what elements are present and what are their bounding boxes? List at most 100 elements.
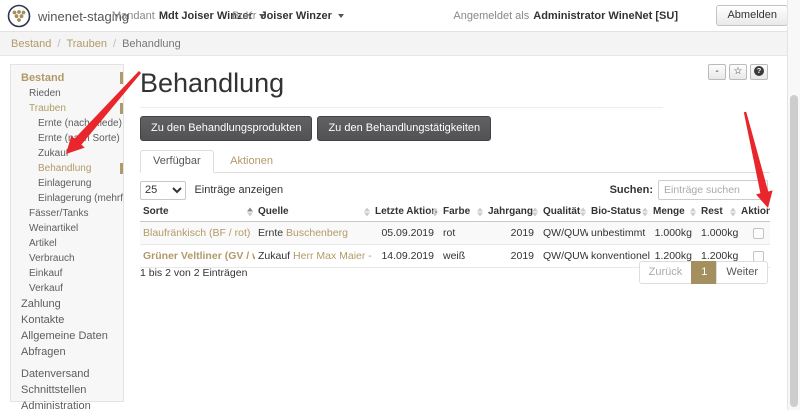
logged-in-label: Angemeldet als [453, 10, 529, 22]
behandlungstaetigkeiten-button[interactable]: Zu den Behandlungstätigkeiten [317, 116, 491, 141]
bukr-value: Joiser Winzer [260, 10, 331, 22]
action-buttons: Zu den Behandlungsprodukten Zu den Behan… [140, 116, 491, 141]
sidebar-item-administration[interactable]: Administration [11, 398, 123, 410]
data-table: SorteQuelleLetzte AktionFarbeJahrgangQua… [140, 202, 770, 268]
row-checkbox[interactable] [753, 228, 764, 239]
mandant-label: Mandant [112, 10, 155, 22]
sort-icon [477, 207, 483, 216]
sidebar-item-rieden[interactable]: Rieden [11, 86, 123, 101]
sidebar-item-ernte-nach-riede-[interactable]: Ernte (nach Riede) [11, 116, 123, 131]
table-row: Blaufränkisch (BF / rot) Ernte Buschenber… [140, 222, 770, 245]
scrollbar-thumb[interactable] [790, 95, 798, 407]
title-divider [140, 107, 663, 108]
column-header-bio-status[interactable]: Bio-Status [588, 202, 650, 222]
logged-in-status: Angemeldet als Administrator WineNet [SU… [453, 0, 678, 32]
sidebar-item-kontakte[interactable]: Kontakte [11, 312, 123, 328]
table-header-row: SorteQuelleLetzte AktionFarbeJahrgangQua… [140, 202, 770, 222]
pagination-page-1[interactable]: 1 [691, 261, 717, 284]
sidebar-item-zukauf[interactable]: Zukauf [11, 146, 123, 161]
bukr-dropdown[interactable]: BuKr Joiser Winzer [232, 0, 344, 32]
column-header-letzte-aktion[interactable]: Letzte Aktion [372, 202, 440, 222]
brand-logo-link[interactable]: winenet-staging [7, 4, 129, 28]
sidebar-item-artikel[interactable]: Artikel [11, 236, 123, 251]
search-control: Suchen: [610, 180, 768, 200]
quelle-link[interactable]: Buschenberg [286, 227, 348, 239]
sort-icon [642, 207, 648, 216]
help-button[interactable]: ? [750, 64, 768, 80]
sidebar-item-bestand[interactable]: Bestand [11, 70, 123, 86]
vertical-scrollbar [787, 0, 800, 410]
search-input[interactable] [658, 180, 768, 200]
sort-icon [730, 207, 736, 216]
breadcrumb-separator: / [113, 38, 116, 50]
column-header-rest[interactable]: Rest [698, 202, 738, 222]
sidebar-item-verkauf[interactable]: Verkauf [11, 281, 123, 296]
column-header-menge[interactable]: Menge [650, 202, 698, 222]
sort-icon [364, 207, 370, 216]
sidebar-item-einlagerung-mehrfach-[interactable]: Einlagerung (mehrfach) [11, 191, 123, 206]
pagination: Zurück 1 Weiter [639, 261, 768, 284]
page-title: Behandlung [140, 68, 284, 99]
sidebar-item-verbrauch[interactable]: Verbrauch [11, 251, 123, 266]
sidebar-item-weinartikel[interactable]: Weinartikel [11, 221, 123, 236]
sidebar-item-einkauf[interactable]: Einkauf [11, 266, 123, 281]
cell-menge: 1.000kg [650, 222, 698, 245]
column-header-sorte[interactable]: Sorte [140, 202, 255, 222]
tab-verfuegbar[interactable]: Verfügbar [140, 150, 214, 173]
column-header-quelle[interactable]: Quelle [255, 202, 372, 222]
main-content: - ☆ ? Behandlung Zu den Behandlungsprodu… [140, 56, 770, 410]
column-header-farbe[interactable]: Farbe [440, 202, 485, 222]
minimize-button[interactable]: - [708, 64, 726, 80]
sidebar-item-zahlung[interactable]: Zahlung [11, 296, 123, 312]
sidebar-item-behandlung[interactable]: Behandlung [11, 161, 123, 176]
entries-info: 1 bis 2 von 2 Einträgen [140, 267, 247, 279]
sidebar-item-allgemeine-daten[interactable]: Allgemeine Daten [11, 328, 123, 344]
favorite-button[interactable]: ☆ [729, 64, 747, 80]
sidebar-item-einlagerung[interactable]: Einlagerung [11, 176, 123, 191]
sort-icon [247, 207, 253, 216]
pagination-prev-button[interactable]: Zurück [639, 261, 693, 284]
breadcrumb-separator: / [57, 38, 60, 50]
tab-aktionen[interactable]: Aktionen [218, 151, 285, 172]
cell-bio-status: unbestimmt [588, 222, 650, 245]
pagination-next-button[interactable]: Weiter [716, 261, 768, 284]
column-header-jahrgang[interactable]: Jahrgang [485, 202, 540, 222]
cell-letzte-aktion: 05.09.2019 [372, 222, 440, 245]
sidebar-item-f-sser-tanks[interactable]: Fässer/Tanks [11, 206, 123, 221]
breadcrumb: Bestand / Trauben / Behandlung [0, 32, 800, 56]
question-icon: ? [754, 66, 764, 76]
sidebar-item-datenversand[interactable]: Datenversand [11, 366, 123, 382]
sort-icon [580, 207, 586, 216]
sort-icon [532, 207, 538, 216]
breadcrumb-trauben[interactable]: Trauben [66, 38, 107, 50]
sorte-link[interactable]: Blaufränkisch (BF / rot) [143, 227, 250, 239]
top-navbar: winenet-staging Mandant Mdt Joiser Winze… [0, 0, 800, 32]
logout-button[interactable]: Abmelden [716, 5, 788, 26]
app-window: winenet-staging Mandant Mdt Joiser Winze… [0, 0, 800, 410]
table-footer: 1 bis 2 von 2 Einträgen Zurück 1 Weiter [140, 261, 770, 291]
sidebar-nav: BestandRiedenTraubenErnte (nach Riede)Er… [10, 64, 124, 402]
tab-bar: Verfügbar Aktionen [140, 150, 770, 173]
sort-icon [432, 207, 438, 216]
behandlungsprodukte-button[interactable]: Zu den Behandlungsprodukten [140, 116, 312, 141]
star-icon: ☆ [734, 66, 743, 77]
page-length-label: Einträge anzeigen [194, 184, 283, 196]
cell-jahrgang: 2019 [485, 222, 540, 245]
sidebar-item-ernte-nach-sorte-[interactable]: Ernte (nach Sorte) [11, 131, 123, 146]
sort-icon [690, 207, 696, 216]
search-label: Suchen: [610, 184, 653, 196]
quelle-prefix: Ernte [258, 227, 283, 239]
cell-sorte: Blaufränkisch (BF / rot) [140, 222, 255, 245]
chevron-down-icon [338, 14, 344, 18]
cell-rest: 1.000kg [698, 222, 738, 245]
table-header: SorteQuelleLetzte AktionFarbeJahrgangQua… [140, 202, 770, 222]
page-length-select[interactable]: 25 [140, 181, 186, 200]
breadcrumb-current: Behandlung [122, 38, 181, 50]
column-header-qualit-t[interactable]: Qualität [540, 202, 588, 222]
sidebar-item-trauben[interactable]: Trauben [11, 101, 123, 116]
breadcrumb-bestand[interactable]: Bestand [11, 38, 51, 50]
winenet-logo-icon [7, 4, 31, 28]
minus-icon: - [715, 66, 718, 77]
sidebar-item-abfragen[interactable]: Abfragen [11, 344, 123, 360]
sidebar-item-schnittstellen[interactable]: Schnittstellen [11, 382, 123, 398]
